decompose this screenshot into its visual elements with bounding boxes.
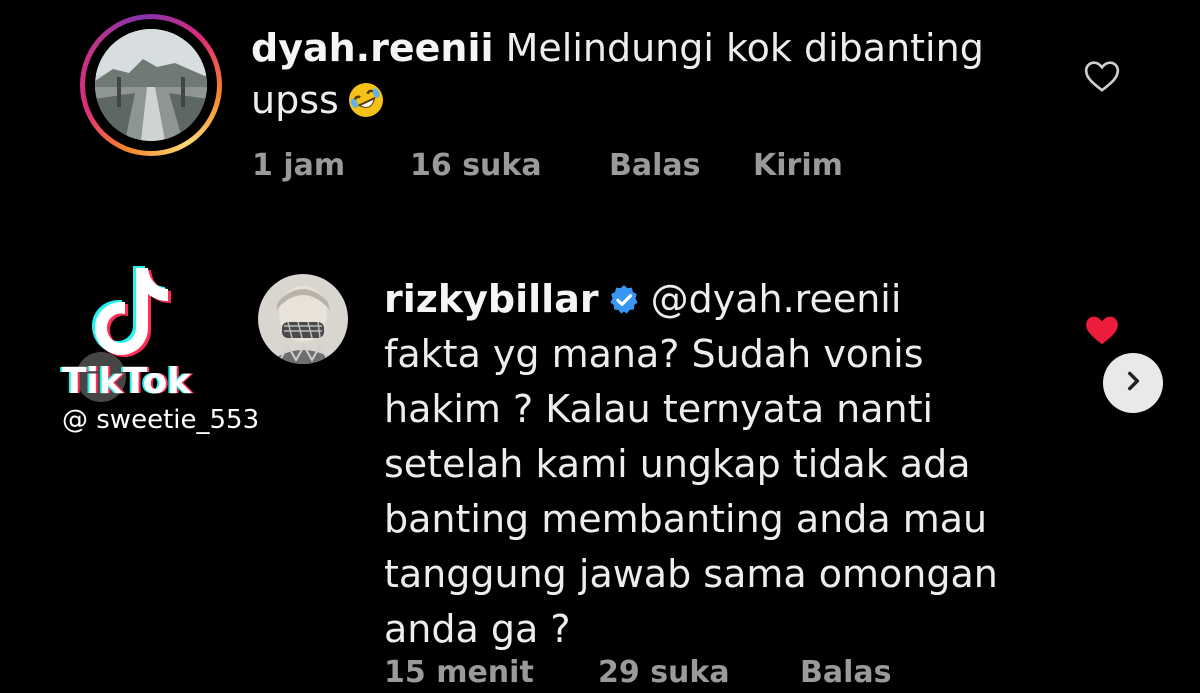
tiktok-watermark-text: TikTok <box>62 361 192 402</box>
verified-badge-icon <box>607 277 641 314</box>
comment-text-line: hakim ? Kalau ternyata nanti <box>384 387 934 431</box>
comment-text-line: fakta yg mana? Sudah vonis <box>384 332 924 376</box>
comment-username[interactable]: dyah.reenii <box>251 26 494 70</box>
reply-button[interactable]: Balas <box>800 653 892 693</box>
comment-username[interactable]: rizkybillar <box>384 277 599 321</box>
like-heart-icon[interactable] <box>1082 56 1122 96</box>
comment-thread: dyah.reenii Melindungi kok dibanting ups… <box>0 0 1200 690</box>
comment-likes[interactable]: 29 suka <box>598 653 730 693</box>
comment-text-line: setelah kami ungkap tidak ada <box>384 442 971 486</box>
next-button[interactable] <box>1103 353 1163 413</box>
avatar <box>95 29 207 141</box>
rolling-laughing-emoji-icon <box>347 81 385 119</box>
chevron-right-icon <box>1120 368 1146 398</box>
send-button[interactable]: Kirim <box>753 146 843 186</box>
comment-mention[interactable]: @dyah.reenii <box>651 277 902 321</box>
comment-text-line: banting membanting anda mau <box>384 497 988 541</box>
avatar[interactable] <box>258 274 348 364</box>
comment-time: 1 jam <box>252 148 346 183</box>
comment-text-continued: upss <box>251 78 339 122</box>
comment-text-line: anda ga ? <box>384 607 571 651</box>
comment-likes[interactable]: 16 suka <box>410 146 542 186</box>
tiktok-logo-icon <box>88 262 178 362</box>
comment-text: Melindungi kok dibanting <box>505 26 984 70</box>
comment-time: 15 menit <box>384 655 534 690</box>
story-ring-avatar[interactable] <box>80 14 222 156</box>
comment-text-line: tanggung jawab sama omongan <box>384 552 998 596</box>
tiktok-watermark-handle: @ sweetie_553 <box>62 405 260 435</box>
reply-button[interactable]: Balas <box>609 146 701 186</box>
liked-heart-icon[interactable] <box>1082 310 1122 350</box>
